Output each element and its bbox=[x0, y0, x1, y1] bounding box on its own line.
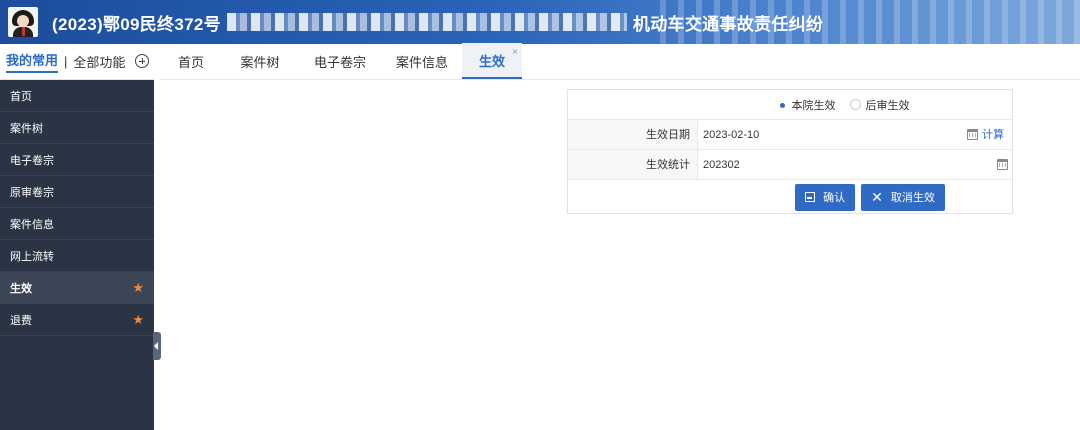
sidebar-item-effective[interactable]: 生效 ★ bbox=[0, 272, 154, 304]
sidebar-tab-all-functions[interactable]: 全部功能 bbox=[73, 52, 125, 71]
tab-e-dossier[interactable]: 电子卷宗 bbox=[298, 43, 382, 79]
case-number: (2023)鄂09民终372号 bbox=[52, 14, 221, 34]
close-icon: ✕ bbox=[871, 189, 883, 205]
effective-form: 本院生效 后审生效 生效日期 2023-02-10 计算 生效统计 202302… bbox=[567, 89, 1013, 214]
effective-stat-field[interactable]: 202302 bbox=[698, 150, 1012, 179]
confirm-button-label: 确认 bbox=[823, 192, 846, 204]
radio-label: 后审生效 bbox=[865, 99, 910, 112]
sidebar-item-label: 电子卷宗 bbox=[10, 154, 54, 167]
sidebar-item-home[interactable]: 首页 bbox=[0, 80, 154, 112]
tab-effective[interactable]: 生效 × bbox=[462, 43, 522, 79]
calendar-icon[interactable] bbox=[997, 159, 1008, 170]
radio-this-court[interactable]: 本院生效 bbox=[776, 97, 836, 113]
tab-case-info[interactable]: 案件信息 bbox=[382, 43, 462, 79]
sidebar-item-label: 原审卷宗 bbox=[10, 186, 54, 199]
confirm-button[interactable]: 确认 bbox=[795, 183, 856, 211]
sidebar-item-label: 首页 bbox=[10, 90, 32, 103]
radio-checked-icon bbox=[776, 99, 787, 110]
calendar-icon[interactable] bbox=[967, 129, 978, 140]
star-icon[interactable]: ★ bbox=[132, 312, 144, 328]
sidebar-header: 我的常用 | 全部功能 bbox=[0, 44, 154, 80]
radio-unchecked-icon bbox=[849, 99, 861, 110]
radio-label: 本院生效 bbox=[791, 99, 836, 112]
sidebar-item-e-dossier[interactable]: 电子卷宗 bbox=[0, 144, 154, 176]
sidebar-item-label: 案件信息 bbox=[10, 218, 54, 231]
effective-date-label: 生效日期 bbox=[568, 120, 698, 149]
sidebar-collapse-handle[interactable] bbox=[153, 332, 161, 360]
form-actions: 确认 ✕ 取消生效 bbox=[568, 180, 1012, 214]
sidebar-item-online-transfer[interactable]: 网上流转 bbox=[0, 240, 154, 272]
tab-effective-label: 生效 bbox=[478, 53, 505, 69]
sidebar-item-label: 网上流转 bbox=[10, 250, 54, 263]
tab-bar: 首页 案件树 电子卷宗 案件信息 生效 × bbox=[160, 43, 1080, 80]
save-icon bbox=[805, 192, 816, 202]
cancel-effective-button[interactable]: ✕ 取消生效 bbox=[861, 183, 945, 211]
redacted-text bbox=[226, 13, 627, 31]
case-title: (2023)鄂09民终372号 机动车交通事故责任纠纷 bbox=[52, 10, 823, 35]
sidebar-item-label: 案件树 bbox=[10, 122, 43, 135]
avatar bbox=[8, 7, 38, 37]
sidebar-item-case-tree[interactable]: 案件树 bbox=[0, 112, 154, 144]
effective-date-field[interactable]: 2023-02-10 计算 bbox=[698, 120, 1012, 149]
effective-date-value: 2023-02-10 bbox=[703, 129, 760, 141]
sidebar-tab-favorites[interactable]: 我的常用 bbox=[6, 50, 59, 73]
sidebar-item-label: 生效 bbox=[10, 282, 32, 295]
effective-date-row: 生效日期 2023-02-10 计算 bbox=[568, 120, 1012, 150]
case-cause: 机动车交通事故责任纠纷 bbox=[632, 14, 824, 34]
effective-stat-row: 生效统计 202302 bbox=[568, 150, 1012, 180]
sidebar-item-original-dossier[interactable]: 原审卷宗 bbox=[0, 176, 154, 208]
sidebar-item-label: 退费 bbox=[10, 314, 32, 327]
effective-type-radio-group: 本院生效 后审生效 bbox=[568, 90, 1012, 120]
add-circle-icon[interactable] bbox=[135, 54, 149, 68]
effective-stat-value: 202302 bbox=[703, 159, 740, 171]
sidebar-item-case-info[interactable]: 案件信息 bbox=[0, 208, 154, 240]
effective-stat-label: 生效统计 bbox=[568, 150, 698, 179]
calculate-link[interactable]: 计算 bbox=[982, 120, 1004, 150]
star-icon[interactable]: ★ bbox=[132, 280, 144, 296]
app-header: (2023)鄂09民终372号 机动车交通事故责任纠纷 bbox=[0, 0, 1080, 44]
radio-after-review[interactable]: 后审生效 bbox=[849, 97, 910, 113]
sidebar-item-refund[interactable]: 退费 ★ bbox=[0, 304, 154, 336]
cancel-button-label: 取消生效 bbox=[890, 192, 935, 204]
sidebar: 我的常用 | 全部功能 首页 案件树 电子卷宗 原审卷宗 案件信息 网上流转 生… bbox=[0, 44, 154, 430]
close-icon[interactable]: × bbox=[512, 47, 518, 58]
tab-home[interactable]: 首页 bbox=[160, 43, 222, 79]
sidebar-tab-separator: | bbox=[64, 54, 68, 69]
tab-case-tree[interactable]: 案件树 bbox=[222, 43, 298, 79]
